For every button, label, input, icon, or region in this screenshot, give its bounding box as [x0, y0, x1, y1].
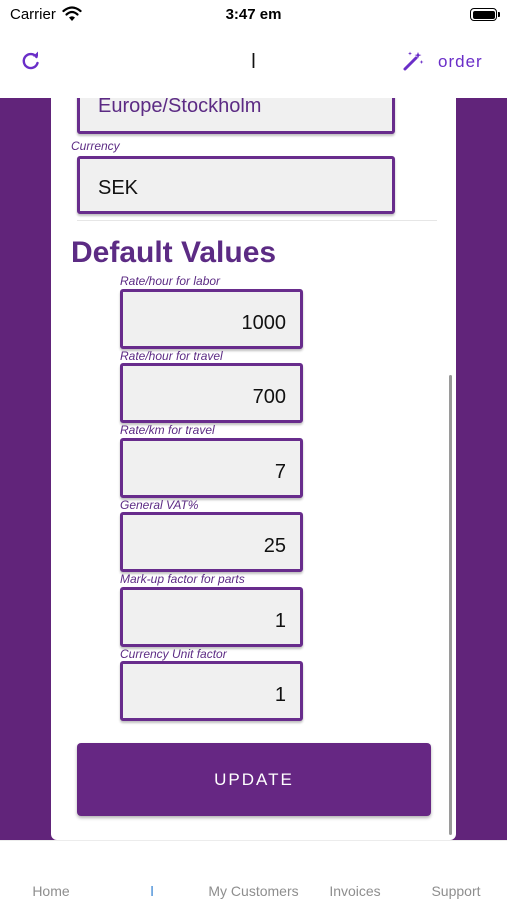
scrollbar[interactable] [449, 375, 452, 835]
navigation-bar: l order [0, 30, 507, 98]
travel-rate-label: Rate/hour for travel [120, 349, 223, 363]
battery-icon [470, 8, 500, 21]
tab-bar: Home l My Customers Invoices Support [0, 840, 507, 900]
markup-factor-field[interactable]: 1 [120, 587, 303, 647]
travel-rate-field[interactable]: 700 [120, 363, 303, 423]
status-bar: Carrier 3:47 em [0, 0, 507, 30]
clock-time: 3:47 em [225, 6, 282, 23]
currency-label: Currency [71, 139, 120, 153]
magic-wand-icon[interactable] [402, 50, 424, 72]
labor-rate-field[interactable]: 1000 [120, 289, 303, 349]
tab-home[interactable]: Home [20, 883, 82, 899]
vat-label: General VAT% [120, 498, 199, 512]
update-button[interactable]: UPDATE [77, 743, 431, 816]
vat-field[interactable]: 25 [120, 512, 303, 572]
labor-rate-label: Rate/hour for labor [120, 274, 221, 288]
divider [77, 220, 437, 221]
settings-card: Europe/Stockholm Currency SEK Default Va… [51, 98, 456, 840]
markup-factor-label: Mark-up factor for parts [120, 572, 245, 586]
currency-unit-factor-label: Currency Unit factor [120, 647, 227, 661]
tab-current[interactable]: l [140, 883, 164, 899]
timezone-field[interactable]: Europe/Stockholm [77, 98, 395, 134]
tab-support[interactable]: Support [424, 883, 488, 899]
km-rate-label: Rate/km for travel [120, 423, 215, 437]
currency-unit-factor-field[interactable]: 1 [120, 661, 303, 721]
tab-invoices[interactable]: Invoices [323, 883, 387, 899]
km-rate-field[interactable]: 7 [120, 438, 303, 498]
order-button[interactable]: order [438, 52, 483, 72]
currency-field[interactable]: SEK [77, 156, 395, 214]
page-title: l [251, 51, 256, 73]
tab-my-customers[interactable]: My Customers [202, 883, 305, 899]
section-title: Default Values [71, 236, 277, 269]
